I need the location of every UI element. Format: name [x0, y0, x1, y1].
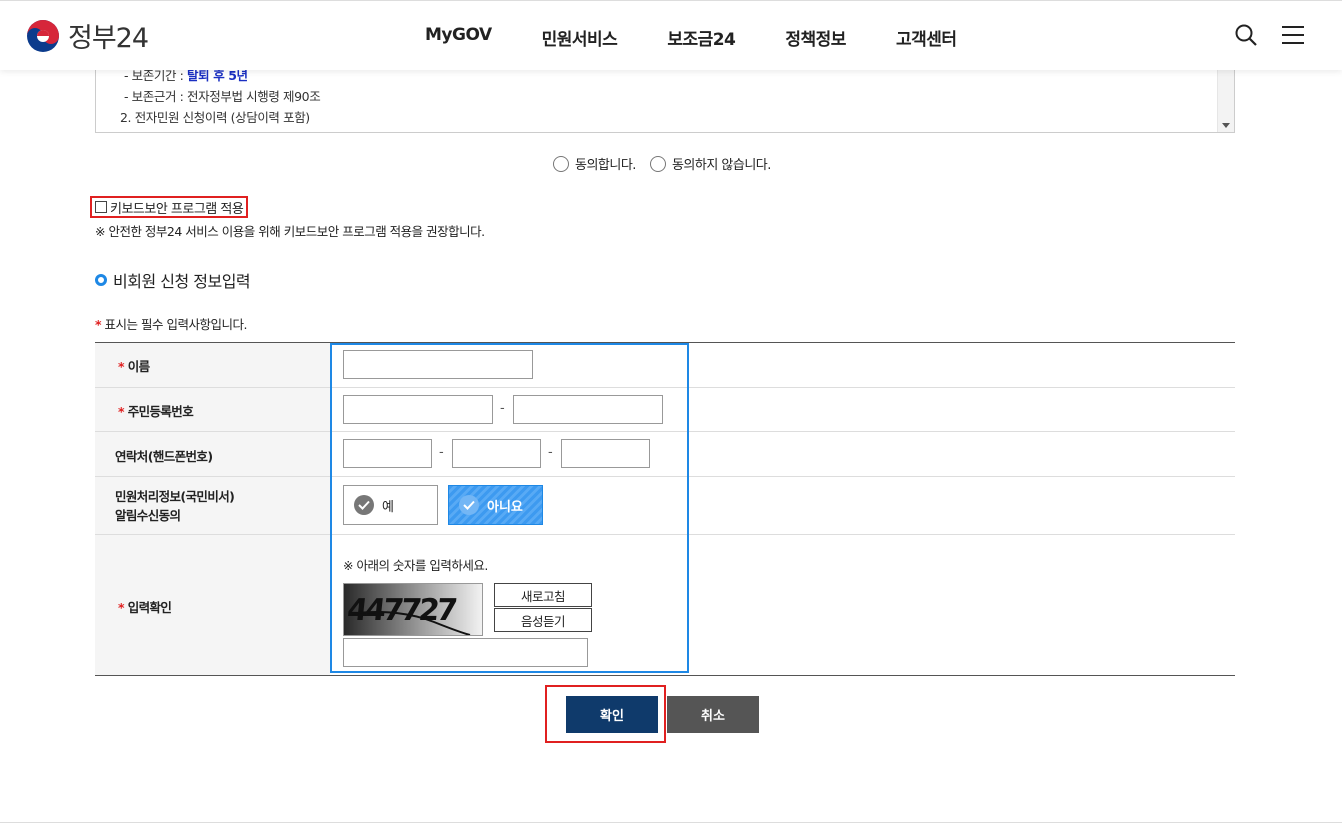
logo[interactable]: 정부24	[26, 16, 149, 55]
keyboard-security-note: ※ 안전한 정부24 서비스 이용을 위해 키보드보안 프로그램 적용을 권장합…	[95, 224, 485, 239]
main-nav: MyGOV 민원서비스 보조금24 정책정보 고객센터	[425, 25, 1007, 50]
site-header: 정부24 MyGOV 민원서비스 보조금24 정책정보 고객센터	[0, 0, 1342, 70]
consent-radio-group: 동의합니다. 동의하지 않습니다.	[553, 154, 785, 173]
cancel-button[interactable]: 취소	[667, 696, 759, 733]
notice-consent-label-line1: 민원처리정보(국민비서)	[115, 489, 235, 504]
section-title-text: 비회원 신청 정보입력	[113, 272, 251, 291]
confirm-button[interactable]: 확인	[566, 696, 658, 733]
taegeuk-logo-icon	[27, 19, 59, 52]
search-icon[interactable]	[1234, 23, 1258, 47]
agree-label[interactable]: 동의합니다.	[575, 154, 636, 173]
notice-consent-label-line2: 알림수신동의	[115, 508, 181, 523]
section-title: 비회원 신청 정보입력	[95, 268, 251, 292]
nav-policy[interactable]: 정책정보	[785, 25, 846, 50]
phone-label: 연락처(핸드폰번호)	[115, 449, 213, 464]
captcha-label: * 입력확인	[118, 597, 172, 616]
name-label: * 이름	[118, 356, 150, 375]
logo-text: 정부24	[68, 23, 149, 54]
nav-subsidy[interactable]: 보조금24	[667, 25, 736, 50]
rrn-label: * 주민등록번호	[118, 401, 194, 420]
required-star-icon: *	[118, 359, 125, 374]
form-bottom-border	[95, 675, 1235, 676]
nav-civil-service[interactable]: 민원서비스	[542, 25, 618, 50]
name-label-text: 이름	[127, 359, 150, 374]
required-note: * 표시는 필수 입력사항입니다.	[95, 314, 247, 333]
nav-customer-center[interactable]: 고객센터	[896, 25, 957, 50]
keyboard-security-label[interactable]: 키보드보안 프로그램 적용	[110, 198, 244, 217]
keyboard-security-highlight: 키보드보안 프로그램 적용	[90, 196, 249, 218]
bullet-circle-icon	[95, 274, 107, 286]
menu-icon[interactable]	[1282, 23, 1304, 47]
agree-radio[interactable]	[553, 155, 569, 172]
scroll-down-icon[interactable]	[1222, 123, 1230, 128]
required-star-icon: *	[118, 404, 125, 419]
input-area-highlight	[330, 343, 689, 673]
disagree-radio[interactable]	[649, 155, 666, 172]
terms-retention-basis: - 보존근거 : 전자정부법 시행령 제90조	[124, 89, 321, 104]
terms-retention-value: 탈퇴 후 5년	[187, 68, 248, 83]
captcha-label-text: 입력확인	[127, 600, 172, 615]
required-star-icon: *	[118, 600, 125, 615]
terms-item-2: 2. 전자민원 신청이력 (상담이력 포함)	[120, 110, 310, 125]
disagree-label[interactable]: 동의하지 않습니다.	[672, 154, 771, 173]
rrn-label-text: 주민등록번호	[127, 404, 194, 419]
required-note-text: 표시는 필수 입력사항입니다.	[104, 317, 248, 332]
terms-retention-label: - 보존기간 :	[124, 68, 188, 83]
page-bottom-divider	[0, 822, 1342, 823]
required-star-icon: *	[95, 317, 102, 332]
keyboard-security-checkbox[interactable]	[95, 201, 107, 213]
nav-mygov[interactable]: MyGOV	[425, 25, 492, 50]
notice-consent-label: 민원처리정보(국민비서) 알림수신동의	[115, 487, 235, 525]
